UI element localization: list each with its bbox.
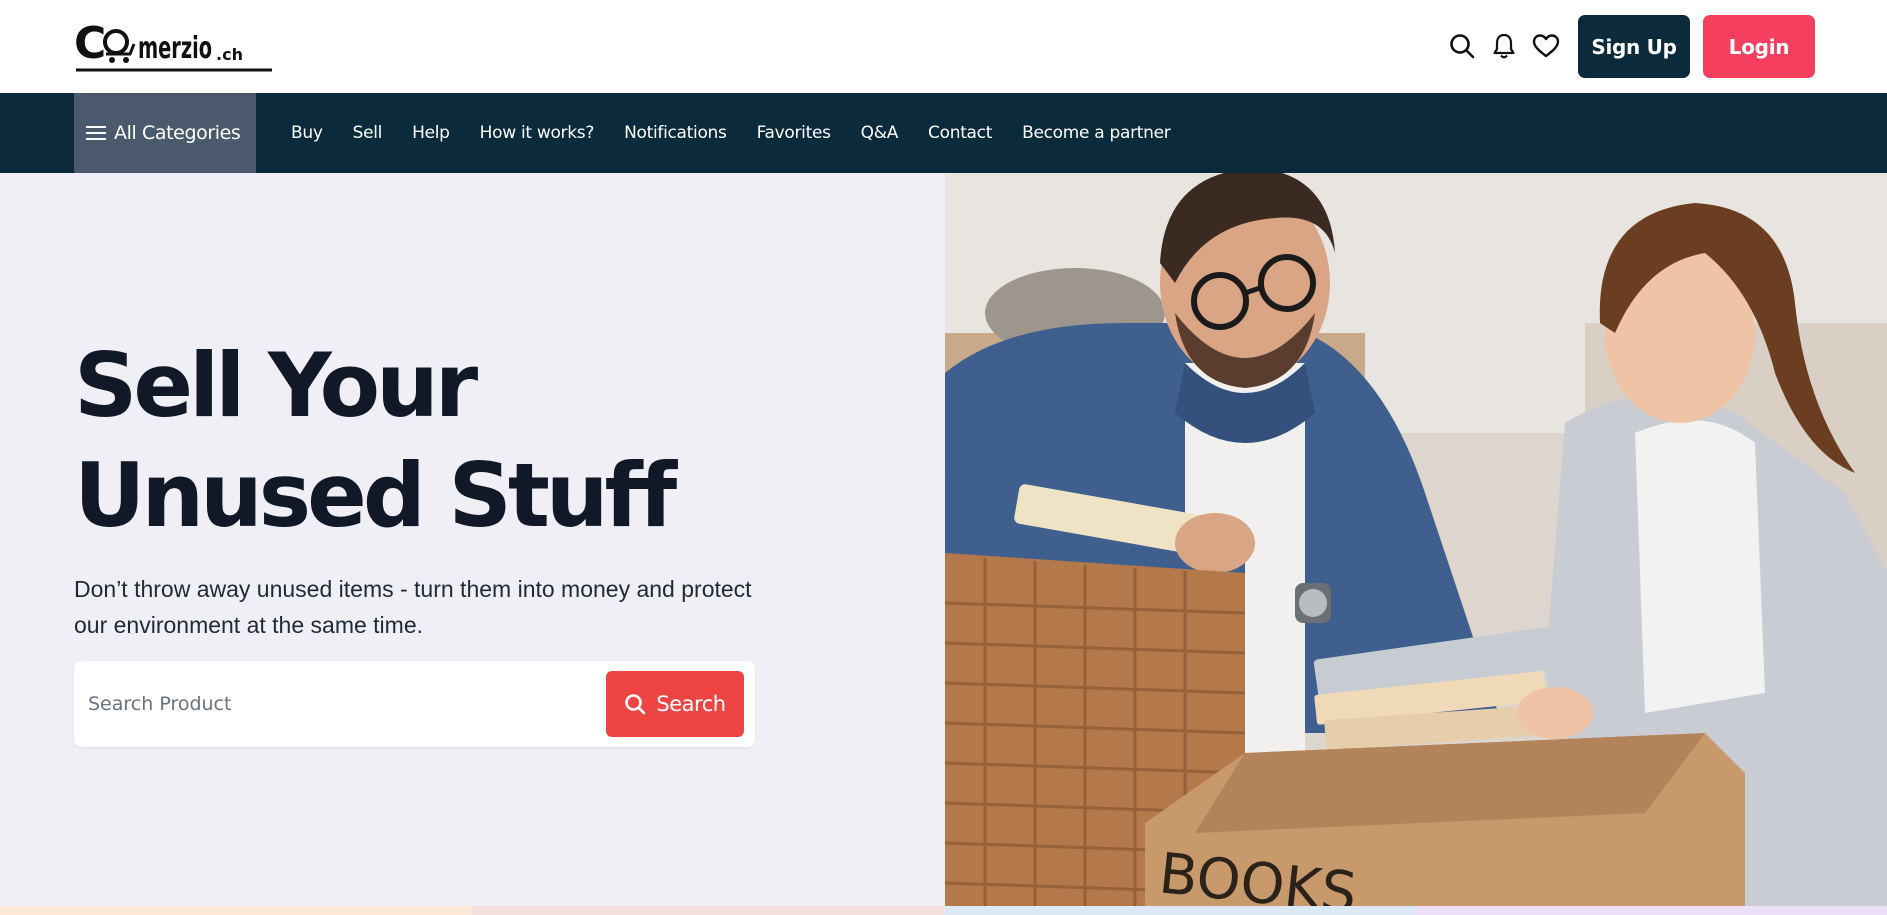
all-categories-label: All Categories [114, 122, 241, 144]
nav-item-favorites[interactable]: Favorites [757, 123, 831, 143]
hero-title-line-1: Sell Your [74, 334, 478, 437]
header-icons [1447, 30, 1561, 62]
hero-section: Sell Your Unused Stuff Don’t throw away … [0, 173, 945, 906]
hero-subtitle: Don’t throw away unused items - turn the… [74, 576, 752, 638]
svg-text:.ch: .ch [216, 45, 243, 64]
all-categories-button[interactable]: All Categories [74, 93, 256, 173]
sign-up-button[interactable]: Sign Up [1578, 15, 1690, 78]
category-color-strips [0, 906, 1887, 915]
strip-lavender [1415, 906, 1887, 915]
hamburger-menu-icon [86, 126, 106, 140]
product-search-box: Search [74, 661, 755, 747]
nav-item-buy[interactable]: Buy [291, 123, 323, 143]
nav-item-qa[interactable]: Q&A [861, 123, 899, 143]
search-button[interactable]: Search [606, 671, 744, 737]
svg-text:C: C [74, 18, 106, 69]
top-header: C merzio .ch Sign Up Login [0, 0, 1887, 93]
nav-item-how-it-works[interactable]: How it works? [480, 123, 595, 143]
nav-item-contact[interactable]: Contact [928, 123, 992, 143]
hero-photo: BOOKS [945, 173, 1887, 906]
search-product-input[interactable] [88, 681, 588, 727]
nav-item-notifications[interactable]: Notifications [624, 123, 727, 143]
search-icon[interactable] [1447, 31, 1477, 61]
hero-title-line-2: Unused Stuff [74, 444, 677, 547]
strip-rose [471, 906, 944, 915]
nav-item-help[interactable]: Help [412, 123, 450, 143]
nav-item-become-partner[interactable]: Become a partner [1022, 123, 1171, 143]
strip-blue [943, 906, 1416, 915]
strip-peach [0, 906, 472, 915]
login-button[interactable]: Login [1703, 15, 1815, 78]
main-navigation: All Categories Buy Sell Help How it work… [0, 93, 1887, 173]
hero-title: Sell Your Unused Stuff [74, 331, 854, 551]
bell-icon[interactable] [1489, 31, 1519, 61]
search-icon [625, 694, 646, 715]
search-button-label: Search [656, 692, 726, 716]
heart-icon[interactable] [1531, 31, 1561, 61]
svg-text:merzio: merzio [138, 31, 212, 66]
nav-item-sell[interactable]: Sell [353, 123, 383, 143]
nav-links: Buy Sell Help How it works? Notification… [291, 93, 1201, 173]
site-logo[interactable]: C merzio .ch [74, 18, 274, 74]
